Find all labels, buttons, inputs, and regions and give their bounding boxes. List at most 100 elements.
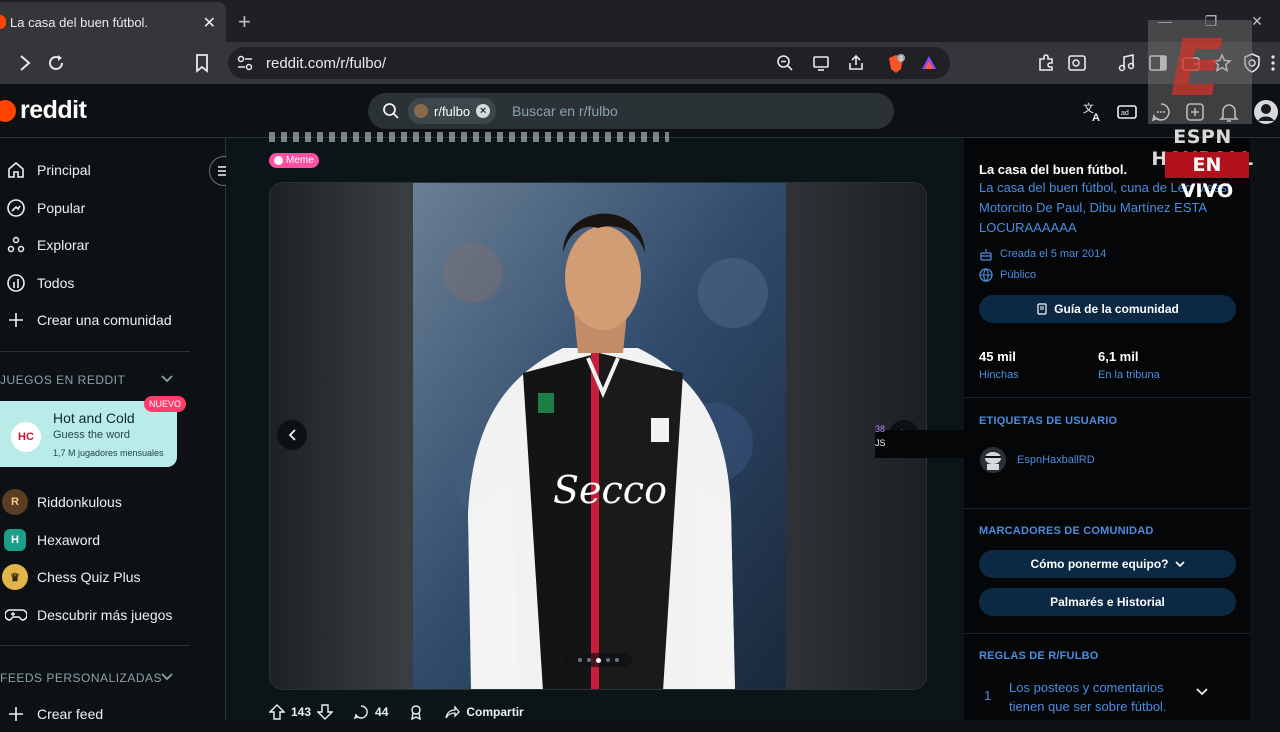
upvote-icon[interactable] bbox=[269, 704, 285, 720]
created-date: Creada el 5 mar 2014 bbox=[979, 247, 1106, 261]
vote-group: 143 bbox=[269, 700, 334, 724]
carousel-prev-button[interactable] bbox=[277, 420, 307, 450]
subreddit-search-chip[interactable]: r/fulbo × bbox=[408, 98, 497, 124]
post-actions: 143 44 Compartir bbox=[269, 700, 544, 724]
share-page-icon[interactable] bbox=[847, 54, 865, 72]
carousel-dot[interactable] bbox=[586, 658, 591, 662]
bookmark-button-team[interactable]: Cómo ponerme equipo? bbox=[979, 550, 1236, 578]
carousel-dot[interactable] bbox=[614, 658, 619, 662]
sidebar-item-crear-feed[interactable]: Crear feed bbox=[0, 696, 103, 732]
svg-text:ad: ad bbox=[1121, 110, 1129, 117]
reddit-favicon-icon bbox=[0, 15, 6, 29]
community-name: La casa del buen fútbol. bbox=[979, 162, 1128, 177]
advertise-icon[interactable]: ad bbox=[1116, 101, 1138, 123]
flair-label: Meme bbox=[286, 155, 314, 166]
sidebar-item-riddonkulous[interactable]: R Riddonkulous bbox=[0, 484, 122, 520]
community-guide-button[interactable]: Guía de la comunidad bbox=[979, 295, 1236, 323]
sidebar-item-crear-comunidad[interactable]: Crear una comunidad bbox=[0, 302, 172, 338]
search-input[interactable]: Buscar en r/fulbo bbox=[512, 103, 618, 119]
user-flair-avatar bbox=[979, 446, 1007, 474]
scroll-gutter bbox=[1250, 138, 1280, 720]
chess-quiz-icon: ♛ bbox=[2, 564, 28, 590]
sidebar-item-popular[interactable]: Popular bbox=[0, 190, 85, 226]
media-controls-icon[interactable] bbox=[1117, 53, 1137, 73]
guide-label: Guía de la comunidad bbox=[1054, 302, 1179, 316]
games-section-header[interactable]: JUEGOS EN REDDIT bbox=[0, 373, 125, 387]
reddit-snoo-icon bbox=[0, 99, 16, 122]
sidebar-item-label: Descubrir más juegos bbox=[37, 607, 173, 623]
search-bar[interactable]: r/fulbo × Buscar en r/fulbo bbox=[368, 93, 894, 129]
bookmark-icon[interactable] bbox=[194, 53, 210, 73]
post-flair[interactable]: Meme bbox=[269, 153, 319, 168]
reddit-logo[interactable]: reddit bbox=[0, 96, 87, 125]
rule-text: Los posteos y comentarios tienen que ser… bbox=[1009, 680, 1167, 714]
new-badge: NUEVO bbox=[144, 396, 187, 412]
riddonkulous-icon: R bbox=[2, 489, 28, 515]
tab-close-icon[interactable]: ✕ bbox=[203, 13, 216, 33]
downvote-icon[interactable] bbox=[317, 704, 334, 720]
sidebar-item-explorar[interactable]: Explorar bbox=[0, 227, 89, 263]
share-icon bbox=[444, 704, 461, 720]
reload-icon[interactable] bbox=[46, 53, 66, 73]
sidebar-item-chess-quiz-plus[interactable]: ♛ Chess Quiz Plus bbox=[0, 559, 140, 595]
flair-emoji-icon bbox=[274, 156, 283, 165]
zoom-icon[interactable] bbox=[776, 54, 794, 72]
hexaword-icon: H bbox=[4, 529, 26, 551]
share-button[interactable]: Compartir bbox=[444, 700, 524, 724]
cake-icon bbox=[979, 247, 993, 261]
cast-icon[interactable] bbox=[812, 54, 830, 72]
brave-shields-icon[interactable]: 3 bbox=[886, 54, 906, 74]
chip-remove-icon[interactable]: × bbox=[476, 104, 491, 118]
reddit-header: reddit r/fulbo × Buscar en r/fulbo 文A ad bbox=[0, 84, 1280, 138]
jersey-sponsor-text: Secco bbox=[553, 468, 667, 512]
watermark-line2: EN VIVO bbox=[1165, 152, 1249, 202]
sidebar-item-label: Principal bbox=[37, 162, 91, 178]
subreddit-avatar bbox=[414, 104, 428, 118]
sidebar-divider bbox=[964, 633, 1250, 634]
carousel-dot[interactable] bbox=[605, 658, 610, 662]
bookmark-button-palmares[interactable]: Palmarés e Historial bbox=[979, 588, 1236, 616]
sidebar-divider bbox=[0, 351, 190, 352]
comment-count: 44 bbox=[375, 705, 389, 719]
browser-tab-bar: La casa del buen fútbol. ✕ + — ❐ ✕ bbox=[0, 0, 1280, 42]
address-bar[interactable]: reddit.com/r/fulbo/ 3 bbox=[228, 47, 950, 79]
menu-dots-icon[interactable] bbox=[1270, 53, 1276, 73]
award-icon bbox=[408, 704, 424, 720]
award-button[interactable] bbox=[408, 700, 424, 724]
translate-icon[interactable]: 文A bbox=[1082, 101, 1104, 123]
sidebar-item-todos[interactable]: Todos bbox=[0, 265, 74, 301]
chevron-down-icon[interactable] bbox=[160, 374, 174, 384]
chevron-down-icon bbox=[1174, 560, 1185, 568]
user-flair-row[interactable]: EspnHaxballRD bbox=[979, 446, 1095, 474]
all-icon bbox=[4, 273, 28, 293]
sidebar-item-principal[interactable]: Principal bbox=[0, 152, 91, 188]
forward-icon[interactable] bbox=[16, 53, 34, 73]
plus-icon bbox=[4, 310, 28, 330]
overlay-text-2: JS bbox=[875, 438, 886, 448]
chevron-down-icon[interactable] bbox=[160, 672, 174, 682]
url-text[interactable]: reddit.com/r/fulbo/ bbox=[266, 55, 386, 72]
search-icon bbox=[382, 102, 400, 120]
browser-tab[interactable]: La casa del buen fútbol. ✕ bbox=[0, 2, 226, 42]
brave-rewards-icon[interactable] bbox=[920, 54, 938, 72]
post-media-carousel[interactable]: Secco bbox=[269, 182, 927, 690]
sidebar-divider bbox=[0, 645, 190, 646]
sidebar-item-hexaword[interactable]: H Hexaword bbox=[0, 522, 100, 558]
plus-icon bbox=[4, 704, 28, 724]
new-tab-button[interactable]: + bbox=[238, 9, 251, 35]
online-label: En la tribuna bbox=[1098, 369, 1160, 381]
feeds-section-header[interactable]: FEEDS PERSONALIZADAS bbox=[0, 671, 162, 685]
share-label: Compartir bbox=[466, 705, 524, 719]
game-title: Hot and Cold bbox=[53, 410, 135, 426]
carousel-dot[interactable] bbox=[595, 657, 601, 663]
tab-search-icon[interactable] bbox=[1067, 53, 1087, 73]
post-image[interactable]: Secco bbox=[413, 183, 786, 689]
sidebar-item-descubrir-juegos[interactable]: Descubrir más juegos bbox=[0, 597, 172, 633]
sidebar-item-label: Crear una comunidad bbox=[37, 312, 172, 328]
carousel-dot[interactable] bbox=[577, 658, 582, 662]
explore-icon bbox=[4, 235, 28, 255]
online-count: 6,1 mil bbox=[1098, 349, 1139, 364]
comments-button[interactable]: 44 bbox=[353, 700, 388, 724]
site-settings-icon[interactable] bbox=[236, 54, 254, 72]
extensions-icon[interactable] bbox=[1036, 53, 1056, 73]
